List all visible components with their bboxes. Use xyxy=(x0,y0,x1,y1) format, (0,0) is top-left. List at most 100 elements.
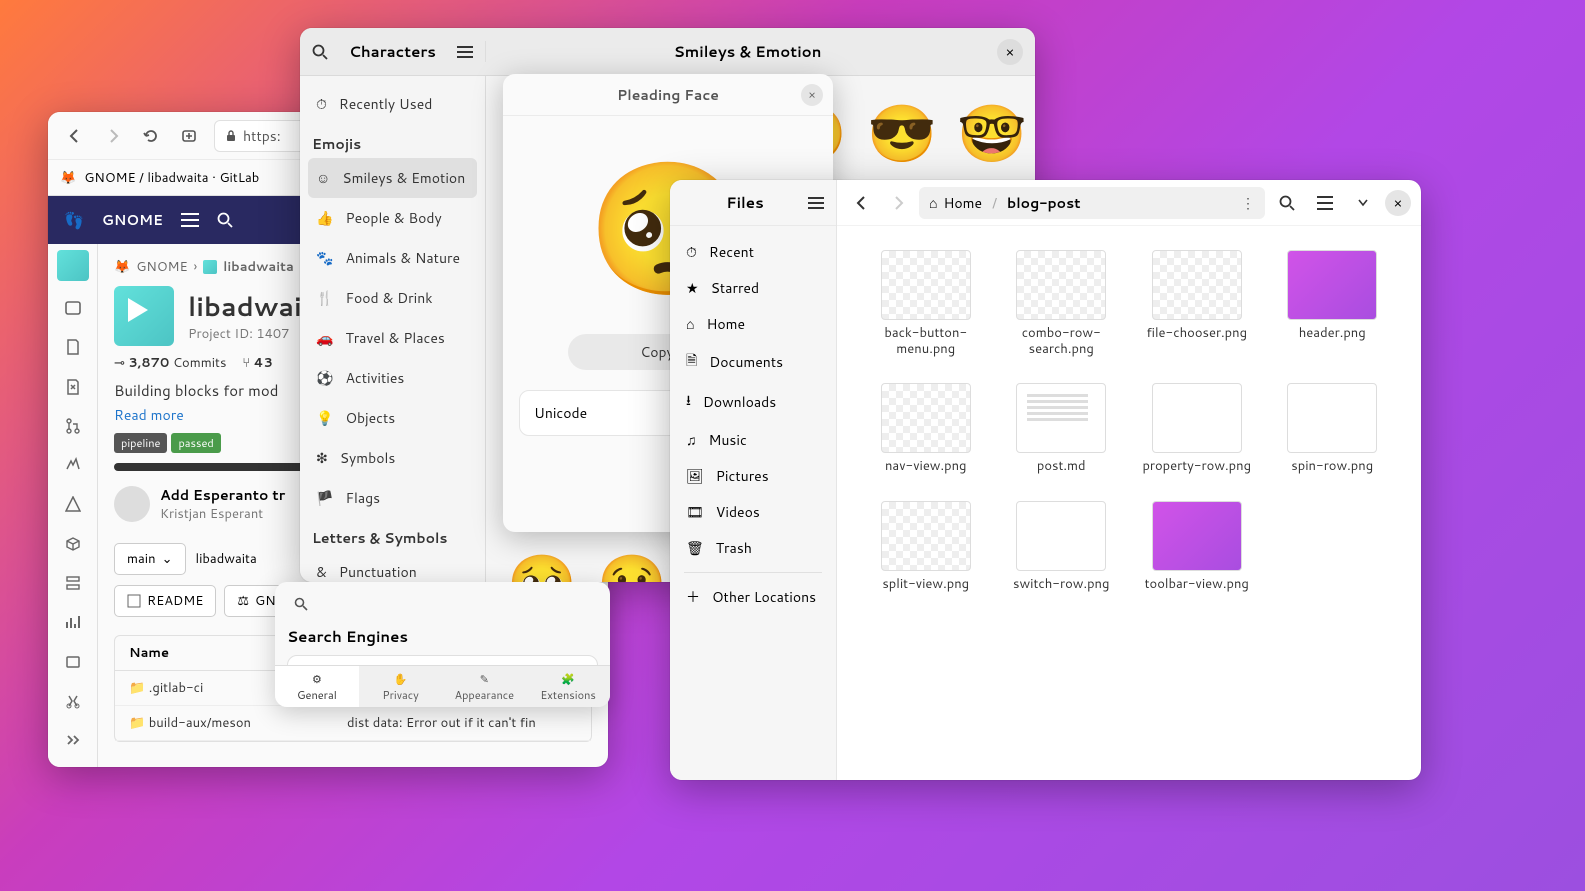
new-tab-button[interactable] xyxy=(172,119,206,153)
emoji-cell[interactable]: 🤓 xyxy=(952,92,1032,172)
sidebar-trash[interactable]: 🗑Trash xyxy=(676,530,830,566)
sidebar-home[interactable]: ⌂Home xyxy=(676,306,830,342)
path-home[interactable]: ⌂Home xyxy=(929,193,982,213)
back-button[interactable] xyxy=(58,119,92,153)
sidebar-collapse-icon[interactable] xyxy=(56,724,90,757)
cat-flags[interactable]: 🏴Flags xyxy=(308,478,477,518)
menu-icon[interactable] xyxy=(457,46,473,58)
sidebar-analytics-icon[interactable] xyxy=(56,606,90,639)
commits-stat[interactable]: ⊸ 3,870 Commits xyxy=(114,354,226,372)
path-folder[interactable]: blog-post xyxy=(1007,193,1081,213)
sidebar-downloads[interactable]: ⭳Downloads xyxy=(676,382,830,422)
file-item[interactable]: spin-row.png xyxy=(1274,383,1392,475)
path-label[interactable]: libadwaita xyxy=(196,550,257,568)
sidebar-issues-icon[interactable] xyxy=(56,370,90,403)
file-item[interactable]: toolbar-view.png xyxy=(1138,501,1256,593)
sidebar-other[interactable]: ＋Other Locations xyxy=(676,579,830,615)
sidebar-recent[interactable]: ⏱Recent xyxy=(676,234,830,270)
file-item[interactable]: back-button-menu.png xyxy=(867,250,985,357)
paw-icon: 🐾 xyxy=(316,248,333,268)
gitlab-brand[interactable]: GNOME xyxy=(102,210,163,230)
cat-activities[interactable]: ⚽Activities xyxy=(308,358,477,398)
emoji-cell[interactable]: 😎 xyxy=(862,92,942,172)
sidebar-deploy-icon[interactable] xyxy=(56,488,90,521)
search-icon[interactable] xyxy=(312,44,328,60)
files-toolbar: ⌂Home / blog-post ⋮ × xyxy=(837,180,1421,226)
commit-title[interactable]: Add Esperanto tr xyxy=(160,485,285,505)
list-view-icon[interactable] xyxy=(1309,187,1341,219)
cat-people[interactable]: 👍People & Body xyxy=(308,198,477,238)
cat-objects[interactable]: 💡Objects xyxy=(308,398,477,438)
cat-travel[interactable]: 🚗Travel & Places xyxy=(308,318,477,358)
branch-selector[interactable]: main⌄ xyxy=(114,543,186,575)
file-item[interactable]: file-chooser.png xyxy=(1138,250,1256,357)
emoji-cell[interactable]: 🥺 xyxy=(502,542,582,582)
forward-button[interactable] xyxy=(96,119,130,153)
settings-popup: Search Engines ⚙General ✋Privacy ✎Appear… xyxy=(275,582,610,707)
file-thumbnail xyxy=(881,501,971,571)
back-button[interactable] xyxy=(847,188,877,218)
close-button[interactable]: × xyxy=(1385,190,1411,216)
file-item[interactable]: post.md xyxy=(1003,383,1121,475)
file-item[interactable]: nav-view.png xyxy=(867,383,985,475)
menu-icon[interactable] xyxy=(808,197,824,209)
sidebar-videos[interactable]: 🎞Videos xyxy=(676,494,830,530)
close-button[interactable]: × xyxy=(997,39,1023,65)
close-icon[interactable]: × xyxy=(801,84,823,106)
sidebar-packages-icon[interactable] xyxy=(56,527,90,560)
sidebar-pictures[interactable]: 🖼Pictures xyxy=(676,458,830,494)
path-bar[interactable]: ⌂Home / blog-post ⋮ xyxy=(919,187,1265,219)
cutlery-icon: 🍴 xyxy=(316,288,333,308)
popup-header: Pleading Face × xyxy=(503,74,833,116)
sidebar-project-icon[interactable] xyxy=(56,291,90,324)
cat-symbols[interactable]: ❇Symbols xyxy=(308,438,477,478)
separator xyxy=(684,572,822,573)
sidebar-infra-icon[interactable] xyxy=(56,566,90,599)
search-icon[interactable] xyxy=(217,212,233,228)
star-icon: ★ xyxy=(686,278,699,298)
chevron-down-icon[interactable] xyxy=(1347,187,1379,219)
file-thumbnail xyxy=(1016,501,1106,571)
forward-button[interactable] xyxy=(883,188,913,218)
project-icon-small[interactable] xyxy=(57,250,89,281)
reload-button[interactable] xyxy=(134,119,168,153)
path-menu-icon[interactable]: ⋮ xyxy=(1241,193,1255,213)
file-item[interactable]: combo-row-search.png xyxy=(1003,250,1121,357)
tab-extensions[interactable]: 🧩Extensions xyxy=(526,666,610,707)
passed-badge: passed xyxy=(171,433,220,453)
sidebar-mr-icon[interactable] xyxy=(56,409,90,442)
crumb-project[interactable]: libadwaita xyxy=(223,258,294,276)
sidebar-repo-icon[interactable] xyxy=(56,331,90,364)
file-item[interactable]: header.png xyxy=(1274,250,1392,357)
flag-icon: 🏴 xyxy=(316,488,333,508)
branches-stat[interactable]: ⑂ 43 xyxy=(242,354,272,372)
emoji-cell[interactable]: 😢 xyxy=(592,542,672,582)
sidebar-wiki-icon[interactable] xyxy=(56,645,90,678)
file-thumbnail xyxy=(1287,383,1377,453)
sidebar-music[interactable]: ♫Music xyxy=(676,422,830,458)
readme-chip[interactable]: README xyxy=(114,585,216,617)
file-name: split-view.png xyxy=(882,577,969,593)
characters-sidebar: ⏱Recently Used Emojis ☺Smileys & Emotion… xyxy=(300,76,486,582)
sidebar-ci-icon[interactable] xyxy=(56,449,90,482)
cat-animals[interactable]: 🐾Animals & Nature xyxy=(308,238,477,278)
search-icon[interactable] xyxy=(287,590,315,618)
file-item[interactable]: property-row.png xyxy=(1138,383,1256,475)
sidebar-starred[interactable]: ★Starred xyxy=(676,270,830,306)
menu-icon[interactable] xyxy=(181,213,199,227)
cat-punctuation[interactable]: &Punctuation xyxy=(308,552,477,582)
search-icon[interactable] xyxy=(1271,187,1303,219)
crumb-root[interactable]: GNOME xyxy=(136,258,187,276)
cat-food[interactable]: 🍴Food & Drink xyxy=(308,278,477,318)
table-row[interactable]: 📁 build-aux/mesondist data: Error out if… xyxy=(115,706,591,741)
tab-appearance[interactable]: ✎Appearance xyxy=(443,666,527,707)
file-item[interactable]: split-view.png xyxy=(867,501,985,593)
recently-used-item[interactable]: ⏱Recently Used xyxy=(308,84,477,124)
sidebar-snippets-icon[interactable] xyxy=(56,684,90,717)
sidebar-documents[interactable]: 🗎Documents xyxy=(676,342,830,382)
cat-smileys[interactable]: ☺Smileys & Emotion xyxy=(308,158,477,198)
file-item[interactable]: switch-row.png xyxy=(1003,501,1121,593)
tab-privacy[interactable]: ✋Privacy xyxy=(359,666,443,707)
file-name: switch-row.png xyxy=(1013,577,1109,593)
tab-general[interactable]: ⚙General xyxy=(275,666,359,707)
